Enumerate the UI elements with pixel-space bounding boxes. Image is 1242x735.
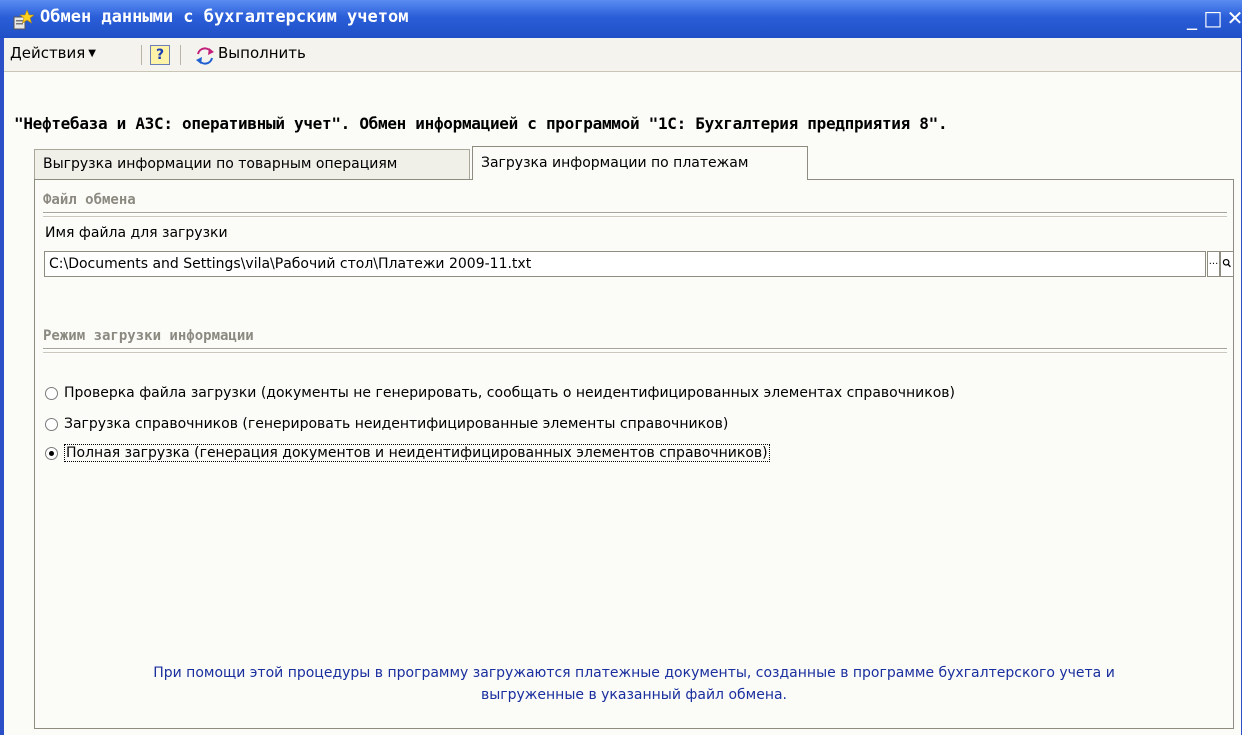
exchange-window: Обмен данными с бухгалтерским учетом _ □… bbox=[0, 0, 1242, 735]
radio-option-full-load[interactable]: Полная загрузка (генерация документов и … bbox=[45, 444, 770, 462]
section-divider bbox=[43, 352, 1227, 354]
tab-panel: Файл обмена Имя файла для загрузки ... Р… bbox=[34, 179, 1234, 729]
toolbar-separator bbox=[141, 45, 142, 65]
page-title: "Нефтебаза и АЗС: оперативный учет". Обм… bbox=[14, 114, 948, 133]
minimize-button[interactable]: _ bbox=[1181, 6, 1203, 30]
form-window-icon bbox=[13, 9, 34, 30]
maximize-button[interactable]: □ bbox=[1202, 6, 1224, 30]
section-title-load-mode: Режим загрузки информации bbox=[43, 328, 254, 344]
file-path-input[interactable] bbox=[44, 251, 1206, 277]
radio-button[interactable] bbox=[45, 386, 58, 400]
file-name-label: Имя файла для загрузки bbox=[45, 225, 228, 241]
radio-button[interactable] bbox=[45, 417, 58, 431]
radio-option-load-catalogs[interactable]: Загрузка справочников (генерировать неид… bbox=[45, 416, 728, 432]
section-divider bbox=[43, 348, 1227, 350]
title-bar[interactable]: Обмен данными с бухгалтерским учетом _ □… bbox=[0, 0, 1242, 38]
info-note-line: выгруженные в указанный файл обмена. bbox=[480, 687, 788, 703]
radio-button[interactable] bbox=[45, 446, 58, 460]
info-note-line: При помощи этой процедуры в программу за… bbox=[153, 665, 1115, 681]
choose-file-button[interactable]: ... bbox=[1207, 251, 1220, 277]
radio-label: Загрузка справочников (генерировать неид… bbox=[64, 416, 729, 432]
dropdown-arrow-icon: ▼ bbox=[88, 48, 96, 59]
actions-menu-label: Действия bbox=[10, 44, 86, 62]
radio-option-check-file[interactable]: Проверка файла загрузки (документы не ге… bbox=[45, 385, 955, 401]
toolbar-separator bbox=[180, 45, 181, 65]
toolbar: Действия ▼ ? Выполнить bbox=[4, 38, 1241, 72]
info-note: При помощи этой процедуры в программу за… bbox=[35, 662, 1233, 706]
help-button[interactable]: ? bbox=[150, 45, 170, 65]
section-title-exchange-file: Файл обмена bbox=[43, 192, 136, 208]
magnifier-icon[interactable] bbox=[1220, 251, 1234, 277]
actions-menu-button[interactable]: Действия ▼ bbox=[10, 44, 96, 62]
radio-label: Проверка файла загрузки (документы не ге… bbox=[64, 385, 955, 401]
run-button[interactable]: Выполнить bbox=[218, 44, 306, 62]
run-exchange-icon[interactable] bbox=[194, 45, 216, 67]
tab-import-payments[interactable]: Загрузка информации по платежам bbox=[472, 146, 808, 180]
section-divider bbox=[43, 216, 1227, 218]
window-title: Обмен данными с бухгалтерским учетом bbox=[40, 7, 409, 27]
section-divider bbox=[43, 212, 1227, 214]
close-button[interactable]: ✕ bbox=[1224, 6, 1242, 30]
radio-label: Полная загрузка (генерация документов и … bbox=[64, 444, 770, 462]
tab-export-goods-operations[interactable]: Выгрузка информации по товарным операция… bbox=[34, 149, 470, 179]
